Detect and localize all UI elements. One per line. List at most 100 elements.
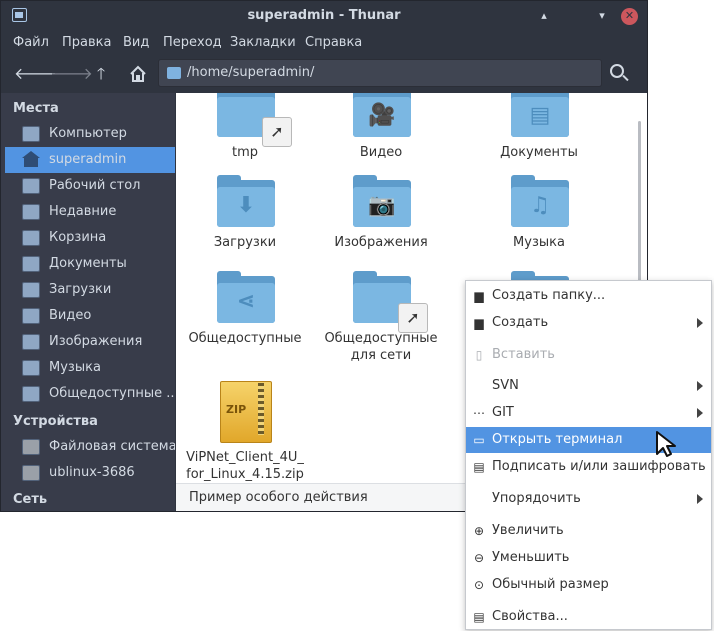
pictures-icon [22,334,40,350]
home-button[interactable] [125,62,151,86]
sidebar-item-label: Рабочий стол [49,178,141,193]
forward-button[interactable]: 🡒 [50,62,93,86]
file-label: Общедоступные [188,331,302,346]
downloads-icon [22,282,40,298]
sidebar-item[interactable]: Корзина [5,225,175,251]
context-menu-label: GIT [492,405,514,420]
context-menu-item[interactable]: ⊖ Уменьшить [466,545,711,571]
file-item[interactable]: 🎥 Видео [316,93,446,175]
sidebar-header-network: Сеть [13,492,48,507]
minimize-button[interactable]: ▴ [536,8,552,24]
sidebar-item[interactable]: Видео [5,303,175,329]
sidebar-item-label: superadmin [49,152,127,167]
zoom-in-icon: ⊕ [473,524,485,538]
context-menu-label: Увеличить [492,523,564,538]
context-menu-item[interactable]: Упорядочить [466,486,711,512]
menu-view[interactable]: Вид [123,35,149,50]
file-label: Музыка [513,235,565,250]
file-label: ViPNet_Client_4U_for_Linux_4.15.zip [186,450,304,482]
context-menu-label: Вставить [492,347,555,362]
sidebar-item[interactable]: Музыка [5,355,175,381]
file-label: Загрузки [213,235,277,250]
sidebar-item-label: Компьютер [49,126,127,141]
sidebar-item[interactable]: Общедоступные ... [5,381,175,407]
context-menu-item[interactable]: ▆ Создать папку... [466,283,711,309]
context-menu-item[interactable]: ⋯ GIT [466,400,711,426]
file-label: Видео [359,145,403,160]
folder-icon: ⬇ [217,175,275,227]
file-item[interactable]: ♫ Музыка [474,175,604,265]
terminal-icon: ▭ [473,433,485,447]
search-button[interactable] [607,61,633,87]
location-bar[interactable]: /home/superadmin/ [158,59,602,87]
title-bar[interactable]: superadmin - Thunar ▴ ▾ ✕ [1,1,647,30]
sidebar-item[interactable]: Компьютер [5,121,175,147]
folder-home-icon [167,67,181,79]
menu-file[interactable]: Файл [13,35,49,50]
submenu-arrow-icon [697,494,703,504]
file-item[interactable]: ▤ Документы [474,93,604,175]
close-button[interactable]: ✕ [621,8,638,25]
context-menu-label: Создать папку... [492,288,606,303]
up-button[interactable]: 🡑 [88,62,114,86]
file-item[interactable]: ➚ tmp [180,93,310,175]
submenu-arrow-icon [697,318,703,328]
back-button[interactable]: 🡐 [14,62,57,86]
public-icon [22,386,40,402]
sidebar-item-label: Недавние [49,204,117,219]
folder-icon: 📷 [353,175,411,227]
sidebar-item[interactable]: Рабочий стол [5,173,175,199]
menu-help[interactable]: Справка [305,35,362,50]
folder-icon: ♫ [511,175,569,227]
symlink-icon: ➚ [398,303,428,333]
sidebar-item[interactable]: Недавние [5,199,175,225]
sidebar-item[interactable]: superadmin [5,147,175,173]
desktop-icon [22,178,40,194]
paste-icon: ▯ [475,348,483,362]
context-menu-item[interactable]: ⊕ Увеличить [466,518,711,544]
drive-icon [22,439,40,455]
drive-icon [22,465,40,481]
folder-icon: ⋖ [217,271,275,323]
file-item[interactable]: ⋖ Общедоступные [180,271,310,361]
maximize-button[interactable]: ▾ [594,8,610,24]
sidebar-item-label: Изображения [49,334,143,349]
home-icon [22,151,40,168]
context-menu-item[interactable]: ⊙ Обычный размер [466,572,711,598]
folder-icon: ▤ [511,93,569,137]
context-menu-label: Обычный размер [492,577,609,592]
git-icon: ⋯ [473,406,485,420]
sidebar-item[interactable]: Загрузки [5,277,175,303]
sidebar-item[interactable]: Изображения [5,329,175,355]
sidebar-device-item[interactable]: ublinux-3686 [5,460,175,486]
menu-go[interactable]: Переход [163,35,222,50]
file-label: tmp [231,145,258,160]
document-new-icon: ▆ [474,316,484,330]
file-label: Документы [500,145,578,160]
status-text: Пример особого действия [189,490,368,505]
menu-bookmarks[interactable]: Закладки [230,35,296,50]
sidebar: Места Компьютер superadmin Рабочий стол Нед… [1,93,175,511]
context-menu-label: Уменьшить [492,550,570,565]
context-menu-item[interactable]: SVN [466,373,711,399]
sidebar-item-label: Корзина [49,230,107,245]
symlink-icon: ➚ [262,117,292,147]
sidebar-item-label: Видео [49,308,92,323]
folder-icon: ➚ [353,271,428,333]
file-item[interactable]: ZIP ViPNet_Client_4U_for_Linux_4.15.zip [180,381,310,482]
context-menu-item[interactable]: ▤ Свойства... [466,604,711,630]
menu-edit[interactable]: Правка [62,35,111,50]
file-item[interactable]: ➚ Общедоступные для сети [316,271,446,363]
sidebar-item[interactable]: Документы [5,251,175,277]
context-menu-label: Создать [492,315,549,330]
context-menu-label: SVN [492,378,519,393]
sidebar-device-item[interactable]: Файловая система [5,434,175,460]
context-menu-item[interactable]: ▆ Создать [466,310,711,336]
context-menu-label: Упорядочить [492,491,581,506]
file-item[interactable]: 📷 Изображения [316,175,446,265]
sidebar-item-label: Файловая система [49,439,175,454]
submenu-arrow-icon [697,381,703,391]
context-menu-label: Свойства... [492,609,568,624]
file-item[interactable]: ⬇ Загрузки [180,175,310,265]
archive-icon: ZIP [220,381,272,443]
